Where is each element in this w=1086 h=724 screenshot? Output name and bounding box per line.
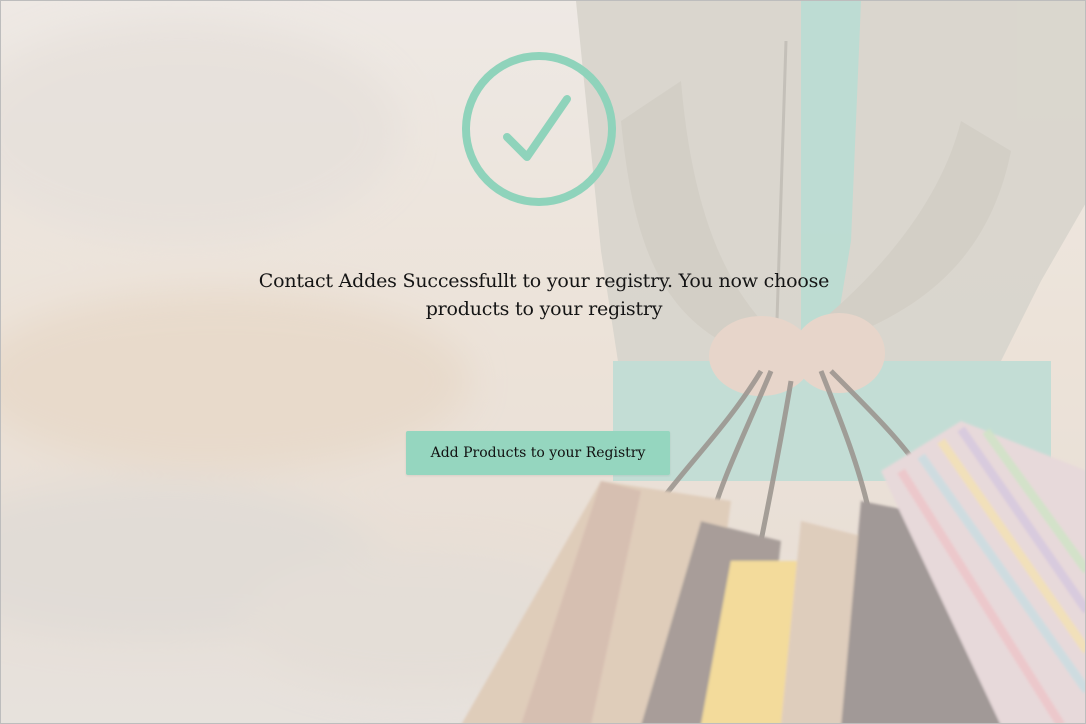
add-products-button[interactable]: Add Products to your Registry — [406, 431, 670, 475]
checkmark-circle-icon — [462, 52, 616, 206]
success-message: Contact Addes Successfullt to your regis… — [258, 270, 830, 320]
success-screen: Contact Addes Successfullt to your regis… — [0, 0, 1086, 724]
